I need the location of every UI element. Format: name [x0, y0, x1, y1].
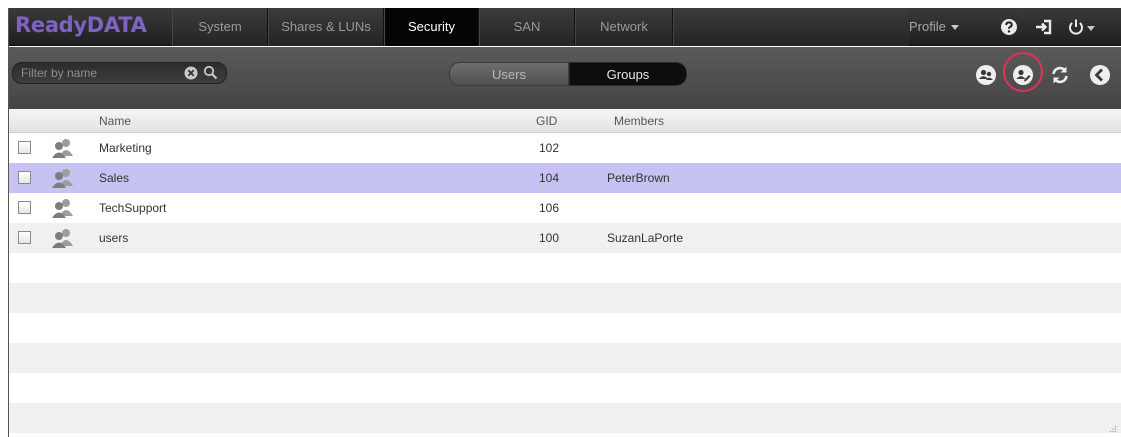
empty-row	[9, 403, 1121, 433]
group-icon	[52, 199, 73, 218]
tab-system[interactable]: System	[172, 8, 268, 46]
users-toggle-button[interactable]: Users	[449, 62, 569, 86]
edit-group-icon[interactable]	[1012, 64, 1034, 86]
collapse-icon[interactable]	[1089, 64, 1111, 86]
search-icon[interactable]	[203, 65, 218, 80]
group-icon	[52, 139, 73, 158]
power-chevron-down-icon[interactable]	[1087, 26, 1095, 31]
filter-box	[12, 62, 227, 84]
empty-row	[9, 283, 1121, 313]
help-icon[interactable]	[1000, 18, 1018, 36]
group-name: users	[99, 231, 129, 245]
column-header-members[interactable]: Members	[614, 109, 664, 133]
row-checkbox[interactable]	[18, 201, 31, 214]
profile-label: Profile	[909, 19, 946, 34]
tab-network[interactable]: Network	[575, 8, 673, 46]
top-nav-bar: ReadyDATA System Shares & LUNs Security …	[9, 8, 1121, 46]
logout-icon[interactable]	[1035, 18, 1053, 36]
group-name: Marketing	[99, 141, 152, 155]
empty-row	[9, 313, 1121, 343]
row-checkbox[interactable]	[18, 231, 31, 244]
table-row[interactable]: Marketing 102	[9, 133, 1121, 163]
group-icon	[52, 229, 73, 248]
group-gid: 104	[539, 171, 560, 185]
column-header-gid[interactable]: GID	[536, 109, 557, 133]
tab-san[interactable]: SAN	[479, 8, 575, 46]
group-name: TechSupport	[99, 201, 167, 215]
row-checkbox[interactable]	[18, 171, 31, 184]
resize-grip-icon[interactable]	[1109, 425, 1117, 433]
clear-filter-icon[interactable]	[184, 66, 198, 80]
group-name: Sales	[99, 171, 130, 185]
groups-toggle-button[interactable]: Groups	[569, 62, 687, 86]
table-header: Name GID Members	[9, 109, 1121, 133]
table-row[interactable]: TechSupport 106	[9, 193, 1121, 223]
toolbar: Users Groups	[9, 47, 1121, 109]
filter-input[interactable]	[21, 66, 176, 80]
chevron-down-icon	[950, 25, 959, 31]
app-window: ReadyDATA System Shares & LUNs Security …	[8, 8, 1121, 437]
group-gid: 102	[539, 141, 560, 155]
group-members: PeterBrown	[607, 171, 670, 185]
table-row[interactable]: users 100 SuzanLaPorte	[9, 223, 1121, 253]
group-gid: 106	[539, 201, 560, 215]
group-members: SuzanLaPorte	[607, 231, 684, 245]
refresh-icon[interactable]	[1049, 64, 1071, 86]
column-header-name[interactable]: Name	[99, 109, 131, 133]
group-gid: 100	[539, 231, 560, 245]
group-icon	[52, 169, 73, 188]
row-checkbox[interactable]	[18, 141, 31, 154]
profile-menu[interactable]: Profile	[909, 8, 959, 46]
new-group-icon[interactable]	[975, 64, 997, 86]
power-icon[interactable]	[1067, 18, 1085, 36]
empty-row	[9, 343, 1121, 373]
empty-row	[9, 253, 1121, 283]
tab-security[interactable]: Security	[384, 8, 479, 46]
tab-bar-filler	[673, 8, 909, 46]
tab-shares-luns[interactable]: Shares & LUNs	[268, 8, 384, 46]
app-logo: ReadyDATA	[15, 13, 147, 37]
empty-row	[9, 373, 1121, 403]
table-row[interactable]: Sales 104 PeterBrown	[9, 163, 1121, 193]
groups-table: Marketing 102 Sales 104 PeterBrown TechS…	[9, 133, 1121, 433]
